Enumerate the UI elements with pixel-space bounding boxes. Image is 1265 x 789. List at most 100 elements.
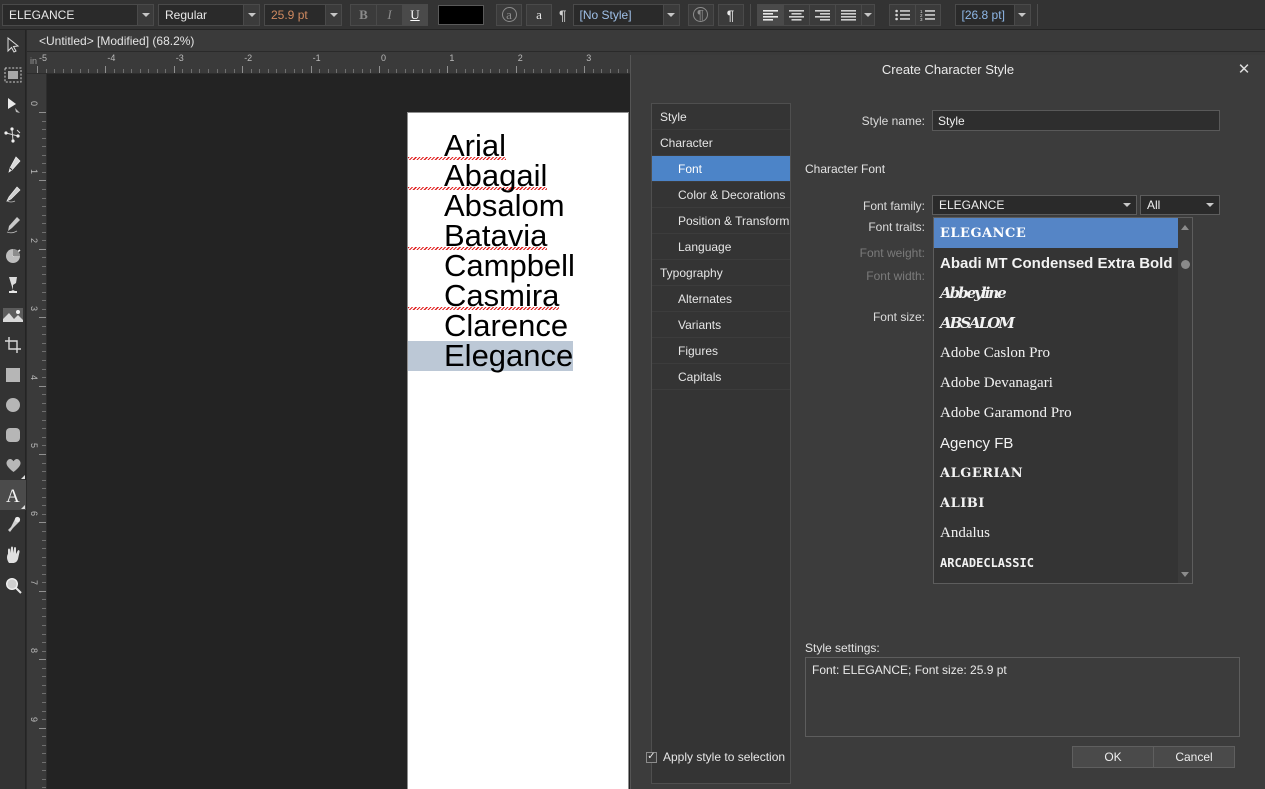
ok-button[interactable]: OK [1072,746,1154,768]
text-line[interactable]: Arial [408,113,628,161]
bold-button[interactable]: B [350,3,376,26]
font-family-combo[interactable]: ELEGANCE [2,3,154,26]
pencil-tool[interactable] [0,180,26,210]
font-list-item[interactable]: Arial [934,578,1192,583]
font-list-items[interactable]: ELEGANCE Abadi MT Condensed Extra Bold Abb… [934,218,1192,583]
chevron-down-icon[interactable] [1201,196,1219,214]
text-line-content: Arial [408,130,507,161]
text-line[interactable]: Campbell [408,250,628,281]
nav-item-typography[interactable]: Typography [652,260,790,286]
text-tool[interactable]: A [0,480,26,510]
eyedropper-tool[interactable] [0,510,26,540]
ruler-label: 0 [381,53,387,63]
line-spacing-combo[interactable]: [26.8 pt] [954,3,1031,26]
nav-item-figures[interactable]: Figures [652,338,790,364]
nav-item-style[interactable]: Style [652,104,790,130]
font-list-item[interactable]: Abadi MT Condensed Extra Bold [934,248,1192,278]
nav-item-font[interactable]: Font [652,156,790,182]
nav-item-variants[interactable]: Variants [652,312,790,338]
font-list-scrollbar[interactable] [1178,218,1192,583]
font-list-item[interactable]: ELEGANCE [934,218,1192,248]
font-list-item[interactable]: Adobe Garamond Pro [934,398,1192,428]
move-tool[interactable] [0,30,26,60]
document-tab[interactable]: <Untitled> [Modified] (68.2%) [27,30,1265,52]
rectangle-tool[interactable] [0,360,26,390]
font-list-item[interactable]: Andalus [934,518,1192,548]
font-family-dropdown[interactable]: ELEGANCE [932,195,1137,215]
text-line[interactable]: Clarence [408,310,628,341]
scroll-up-arrow-icon[interactable] [1178,220,1192,234]
zoom-tool[interactable] [0,570,26,600]
chevron-down-icon[interactable] [137,4,153,25]
crop-tool[interactable] [0,330,26,360]
close-icon[interactable]: ✕ [1235,60,1253,78]
text-color-swatch[interactable] [438,4,484,25]
rounded-rect-tool[interactable] [0,420,26,450]
nav-item-language[interactable]: Language [652,234,790,260]
numbered-list-icon[interactable]: 1 2 3 [914,3,941,26]
chevron-down-icon[interactable] [325,4,341,25]
nav-item-capitals[interactable]: Capitals [652,364,790,390]
vertical-ruler[interactable]: 0 1 2 3 4 5 6 7 8 9 [27,74,47,789]
align-options-chevron-icon[interactable] [860,3,875,26]
font-list-item[interactable]: ABSALOM [934,308,1192,338]
text-frame[interactable]: Arial Abagail Absalom Batavia Campbell Casmir… [408,113,628,371]
ellipse-tool[interactable] [0,390,26,420]
text-line[interactable]: Casmira [408,280,628,311]
font-family-listbox[interactable]: ELEGANCE Abadi MT Condensed Extra Bold Abb… [933,217,1193,584]
apply-style-checkbox[interactable]: ✓ [646,751,657,763]
align-justify-icon[interactable] [834,3,861,26]
font-filter-dropdown[interactable]: All [1140,195,1220,215]
nav-item-character[interactable]: Character [652,130,790,156]
artboard-page[interactable]: Arial Abagail Absalom Batavia Campbell Casmir… [407,112,629,789]
font-list-item[interactable]: Adobe Devanagari [934,368,1192,398]
align-center-icon[interactable] [782,3,809,26]
font-size-combo[interactable]: 25.9 pt [264,3,342,26]
text-line[interactable]: Abagail [408,160,628,191]
nav-item-alternates[interactable]: Alternates [652,286,790,312]
nav-item-color-decorations[interactable]: Color & Decorations [652,182,790,208]
character-style-icon[interactable]: a [496,3,522,26]
style-name-input[interactable]: Style [932,110,1220,131]
font-list-item[interactable]: Adobe Caslon Pro [934,338,1192,368]
font-list-item[interactable]: ARCADECLASSIC [934,548,1192,578]
fill-tool[interactable] [0,240,26,270]
node-tool[interactable] [0,90,26,120]
text-line[interactable]: Batavia [408,220,628,251]
place-image-tool[interactable] [0,300,26,330]
underline-button[interactable]: U [402,3,428,26]
paragraph-style-reset-icon[interactable]: ¶ [687,3,714,26]
brush-tool[interactable] [0,210,26,240]
align-left-icon[interactable] [756,3,783,26]
font-list-item[interactable]: ALGERIAN [934,458,1192,488]
transform-tool[interactable] [0,120,26,150]
scrollbar-thumb[interactable] [1181,260,1190,269]
chevron-down-icon[interactable] [1118,196,1136,214]
text-line[interactable]: Absalom [408,190,628,221]
gradient-tool[interactable] [0,270,26,300]
chevron-down-icon[interactable] [1013,4,1030,25]
apply-style-checkbox-row[interactable]: ✓ Apply style to selection [646,750,785,764]
hand-tool[interactable] [0,540,26,570]
paragraph-style-apply-icon[interactable]: ¶ [717,3,744,26]
heart-shape-tool[interactable] [0,450,26,480]
chevron-down-icon[interactable] [243,4,259,25]
scroll-down-arrow-icon[interactable] [1178,567,1192,581]
font-list-item[interactable]: Agency FB [934,428,1192,458]
italic-button[interactable]: I [376,3,402,26]
marquee-tool[interactable] [0,60,26,90]
character-style-apply-icon[interactable]: a [526,3,552,26]
text-line[interactable]: Elegance [408,340,628,371]
chevron-down-icon[interactable] [662,4,679,25]
ruler-label: 1 [29,169,39,175]
bullet-list-icon[interactable] [888,3,915,26]
align-right-icon[interactable] [808,3,835,26]
nav-item-position-transform[interactable]: Position & Transform [652,208,790,234]
cancel-button[interactable]: Cancel [1153,746,1235,768]
pen-tool[interactable] [0,150,26,180]
font-list-item[interactable]: Abbeyline [934,278,1192,308]
font-style-combo[interactable]: Regular [158,3,260,26]
paragraph-style-combo[interactable]: [No Style] [572,3,680,26]
dialog-nav-list[interactable]: Style Character Font Color & Decorations Pos… [651,103,791,784]
font-list-item[interactable]: ALIBI [934,488,1192,518]
